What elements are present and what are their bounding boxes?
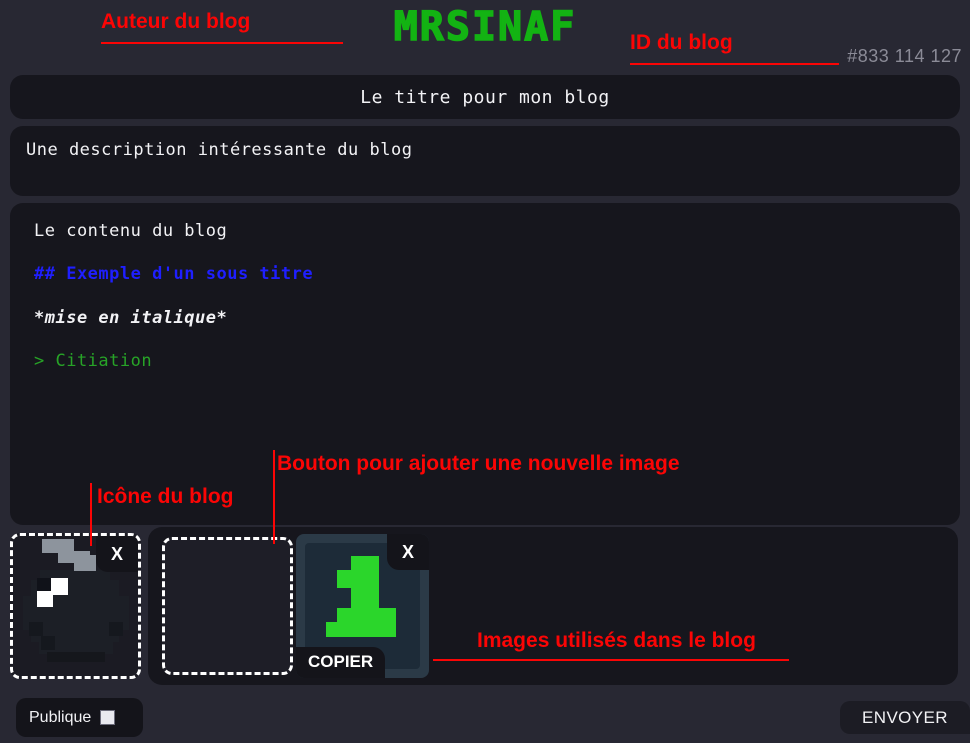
content-line-italic: *mise en italique* [34,307,228,328]
blog-icon-slot[interactable]: X [10,533,141,679]
content-line-quote: > Citiation [34,351,153,372]
used-image-thumbnail[interactable]: X COPIER [296,534,429,678]
blog-id-value: #833 114 127 [847,46,962,66]
content-line-heading: ## Exemple d'un sous titre [34,264,314,285]
annotation-author-label: Auteur du blog [101,10,251,33]
annotation-usedimages-underline [433,659,789,661]
annotation-blogicon-leader [90,483,92,546]
annotation-blogicon-label: Icône du blog [97,485,234,508]
annotation-addimage-leader [273,450,275,544]
annotation-blogid-underline [630,63,839,65]
annotation-addimage-label: Bouton pour ajouter une nouvelle image [277,452,680,475]
visibility-label: Publique [29,708,92,726]
blog-title-value: Le titre pour mon blog [360,86,610,108]
remove-blog-icon-button[interactable]: X [96,536,138,572]
annotation-blogid-label: ID du blog [630,31,733,54]
blog-editor-app: MRSINAF #833 114 127 Auteur du blog ID d… [0,0,970,743]
blog-description-value: Une description intéressante du blog [26,140,413,160]
copy-image-button[interactable]: COPIER [296,647,386,678]
visibility-checkbox[interactable] [100,710,116,725]
blog-description-field[interactable]: Une description intéressante du blog [10,126,960,196]
annotation-usedimages-label: Images utilisés dans le blog [477,629,756,652]
remove-used-image-button[interactable]: X [387,534,429,570]
visibility-toggle[interactable]: Publique [16,698,143,737]
blog-content-editor[interactable]: Le contenu du blog ## Exemple d'un sous … [10,203,960,525]
annotation-author-underline [101,42,343,44]
content-line-plain: Le contenu du blog [34,221,228,241]
add-image-button[interactable] [162,537,293,675]
blog-title-field[interactable]: Le titre pour mon blog [10,75,960,119]
blog-images-panel: X COPIER [148,527,958,685]
send-button[interactable]: ENVOYER [840,701,970,734]
